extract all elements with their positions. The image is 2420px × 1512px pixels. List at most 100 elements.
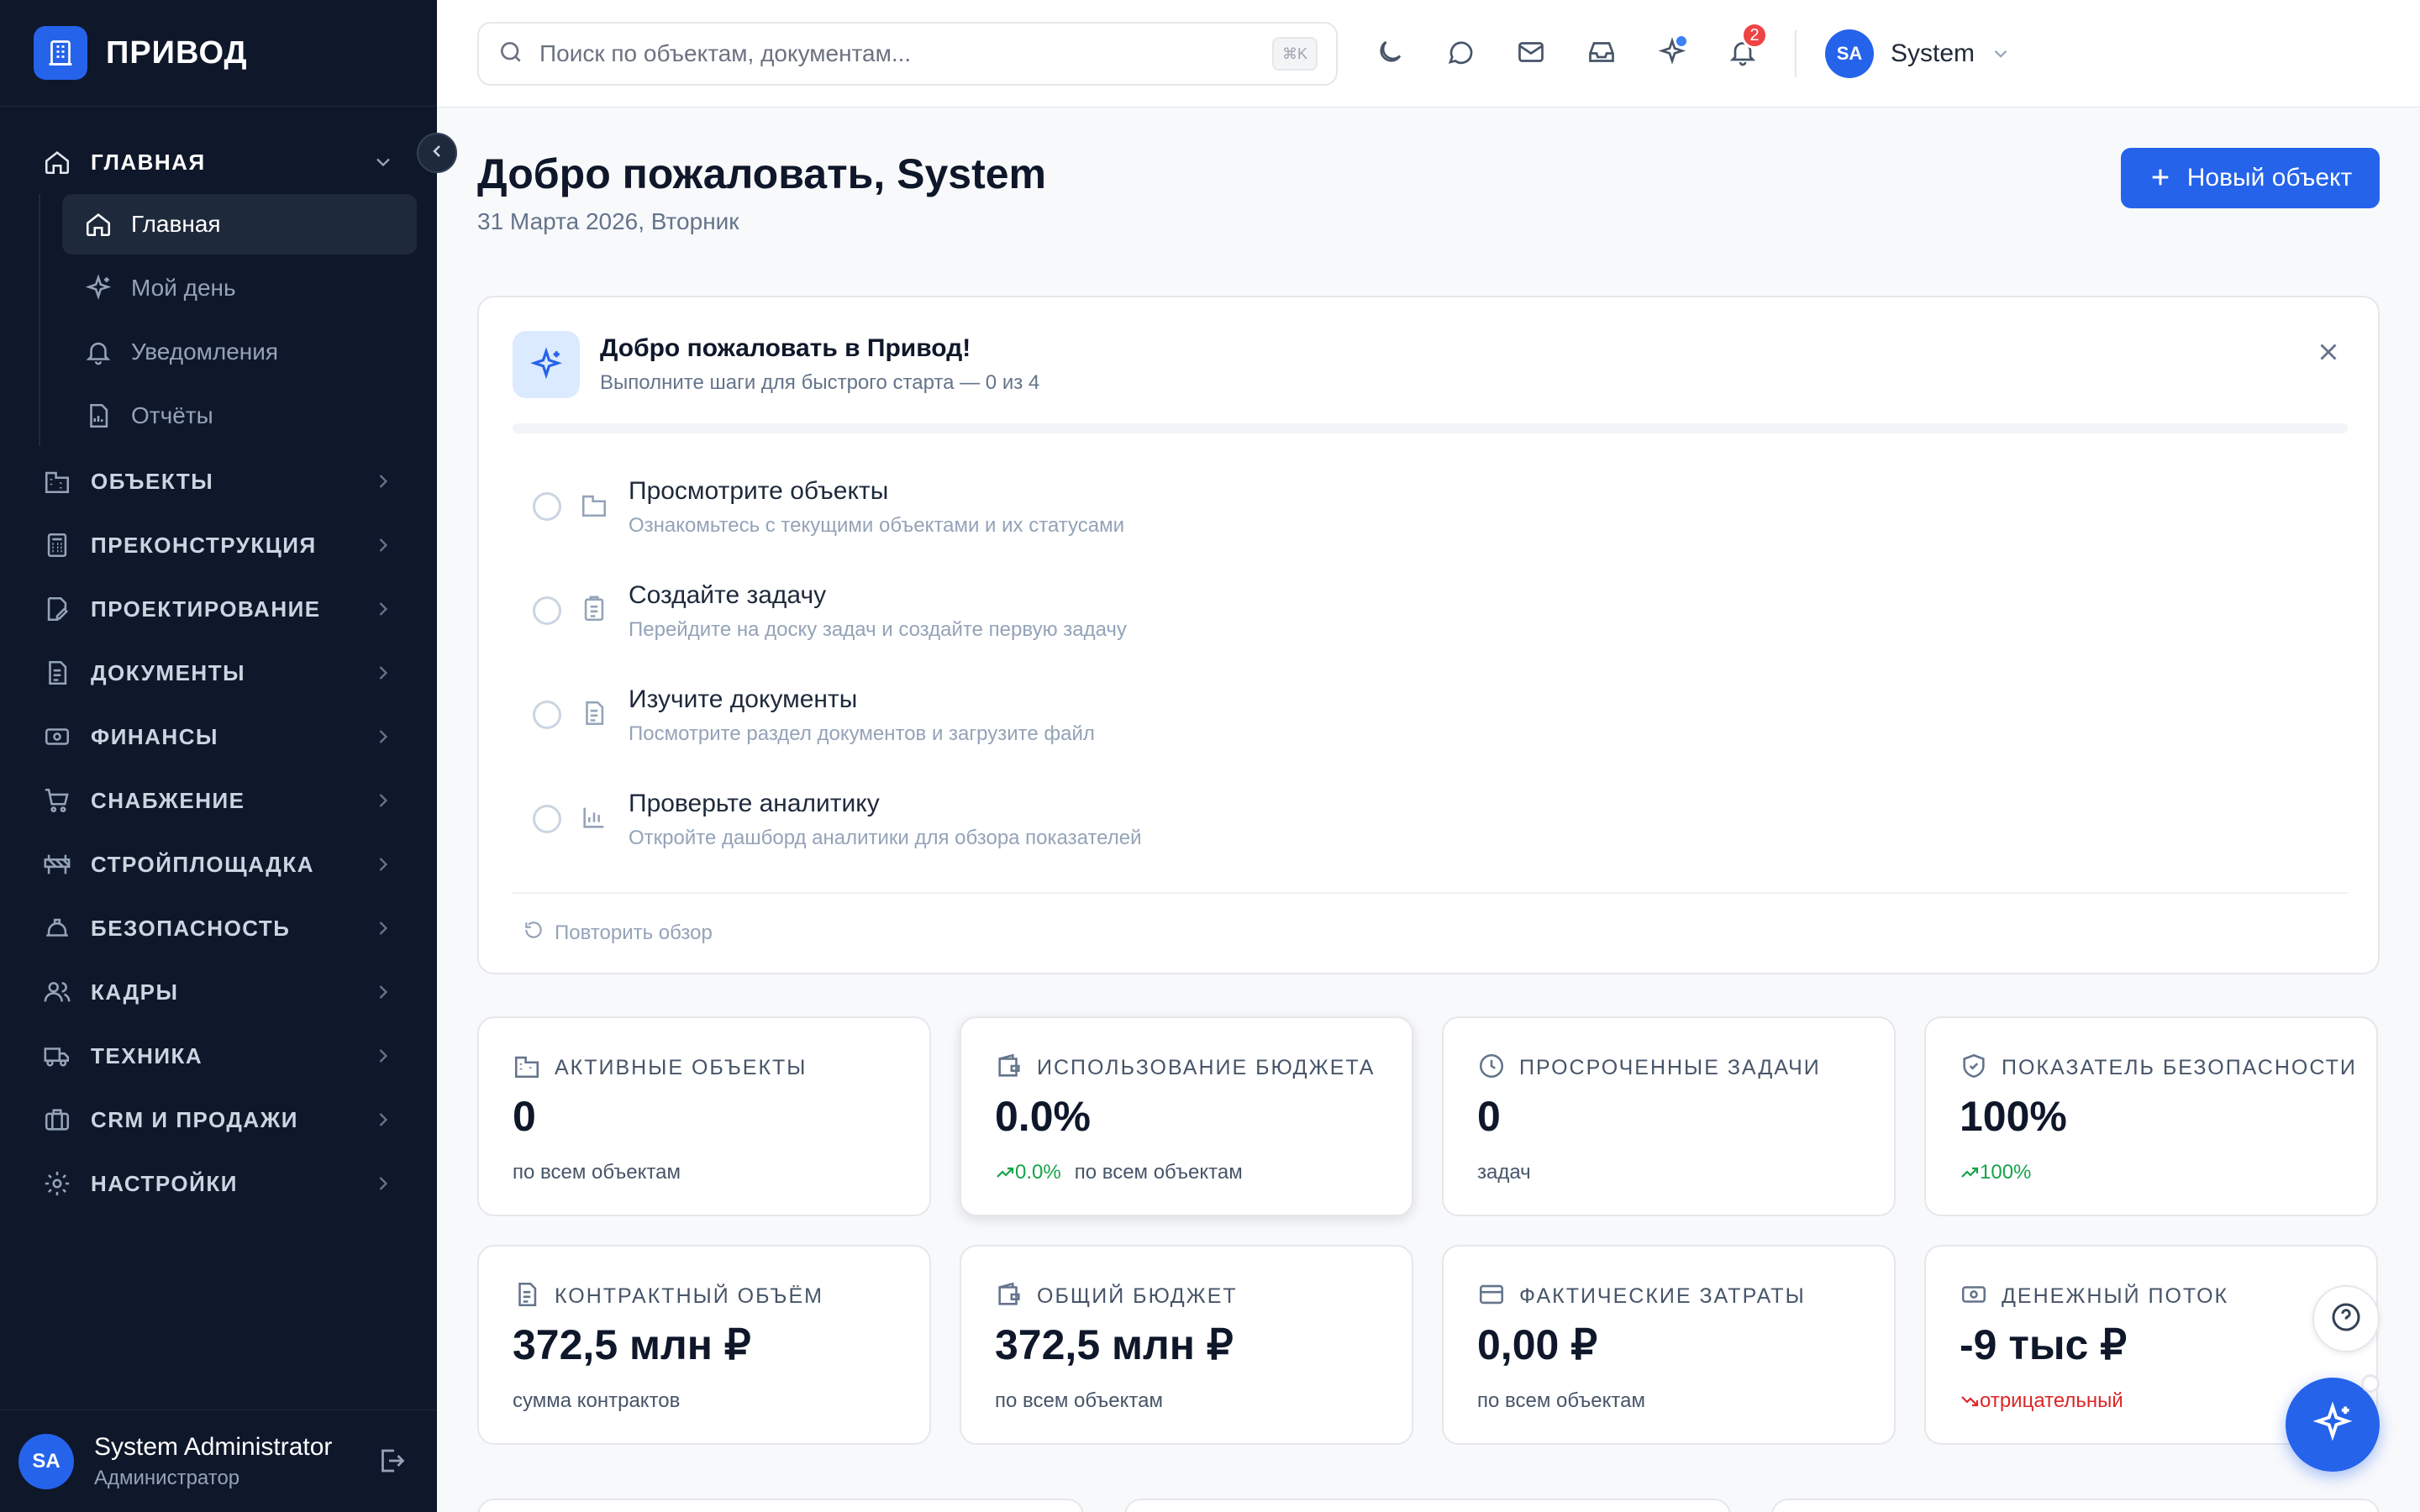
help-icon xyxy=(2329,1300,2363,1338)
step-checkbox[interactable] xyxy=(533,596,561,625)
new-object-button[interactable]: Новый объект xyxy=(2121,148,2380,208)
kpi-card[interactable]: ИСПОЛЬЗОВАНИЕ БЮДЖЕТА 0.0% 0.0% по всем о… xyxy=(960,1016,1413,1216)
onboarding-step[interactable]: Проверьте аналитику Откройте дашборд ана… xyxy=(513,780,2193,864)
avatar: SA xyxy=(18,1433,74,1489)
sidebar-section-label: ДОКУМЕНТЫ xyxy=(91,659,246,685)
sidebar-section-preconstruction[interactable]: ПРЕКОНСТРУКЦИЯ xyxy=(0,513,437,577)
replay-label: Повторить обзор xyxy=(555,921,713,944)
kpi-value: 0.0% xyxy=(995,1093,1091,1140)
chevron-right-icon xyxy=(371,1108,395,1131)
step-checkbox[interactable] xyxy=(533,492,561,521)
kpi-value: 100% xyxy=(1960,1093,2067,1140)
kpi-card[interactable]: КОНТРАКТНЫЙ ОБЪЁМ 372,5 млн ₽ сумма конт… xyxy=(477,1245,931,1445)
sidebar-section-settings[interactable]: НАСТРОЙКИ xyxy=(0,1152,437,1215)
step-checkbox[interactable] xyxy=(533,805,561,833)
step-checkbox[interactable] xyxy=(533,701,561,729)
sidebar-section-label: ПРЕКОНСТРУКЦИЯ xyxy=(91,532,317,558)
user-name: System Administrator xyxy=(94,1432,333,1461)
sidebar: ПРИВОД ГЛАВНАЯ Главная Мой день Уведомле… xyxy=(0,0,437,1512)
kpi-card[interactable]: ОБЩИЙ БЮДЖЕТ 372,5 млн ₽ по всем объекта… xyxy=(960,1245,1413,1445)
notifications-button[interactable]: 2 xyxy=(1723,22,1768,74)
onboarding-step[interactable]: Просмотрите объекты Ознакомьтесь с текущ… xyxy=(513,467,2193,551)
sidebar-section-crm[interactable]: CRM И ПРОДАЖИ xyxy=(0,1088,437,1152)
document-icon xyxy=(580,699,610,729)
kpi-card[interactable]: ПРОСРОЧЕННЫЕ ЗАДАЧИ 0 задач xyxy=(1442,1016,1896,1216)
app-name: ПРИВОД xyxy=(106,34,248,71)
sidebar-item-home[interactable]: Главная xyxy=(62,194,417,255)
kpi-trend: 0.0% xyxy=(995,1161,1061,1184)
chevron-right-icon xyxy=(371,470,395,493)
trend-down-icon xyxy=(1961,1396,1979,1407)
document-icon xyxy=(40,656,74,690)
sidebar-user[interactable]: SA System Administrator Администратор xyxy=(0,1410,437,1512)
logo[interactable]: ПРИВОД xyxy=(0,0,437,107)
step-title: Проверьте аналитику xyxy=(629,790,880,817)
chevron-right-icon xyxy=(371,1172,395,1195)
sidebar-item-notifications[interactable]: Уведомления xyxy=(62,322,417,382)
welcome-title: Добро пожаловать в Привод! xyxy=(600,334,971,362)
help-button[interactable] xyxy=(2312,1285,2380,1352)
search-placeholder: Поиск по объектам, документам... xyxy=(539,40,912,66)
user-info: System Administrator Администратор xyxy=(94,1433,332,1490)
sparkles-icon xyxy=(2311,1400,2354,1449)
close-icon[interactable] xyxy=(2314,338,2344,368)
sidebar-collapse-button[interactable] xyxy=(417,133,457,173)
onboarding-step[interactable]: Создайте задачу Перейдите на доску задач… xyxy=(513,571,2193,655)
step-description: Перейдите на доску задач и создайте перв… xyxy=(629,618,1127,641)
sidebar-section-hr[interactable]: КАДРЫ xyxy=(0,960,437,1024)
theme-toggle-button[interactable] xyxy=(1370,34,1410,74)
kpi-card[interactable]: АКТИВНЫЕ ОБЪЕКТЫ 0 по всем объектам xyxy=(477,1016,931,1216)
chart-icon xyxy=(580,803,610,833)
step-description: Откройте дашборд аналитики для обзора по… xyxy=(629,827,1142,849)
inbox-button[interactable] xyxy=(1581,34,1622,74)
kpi-label: ИСПОЛЬЗОВАНИЕ БЮДЖЕТА xyxy=(1037,1056,1376,1079)
clock-icon xyxy=(1477,1052,1506,1084)
kpi-card[interactable]: ПОКАЗАТЕЛЬ БЕЗОПАСНОСТИ 100% 100% xyxy=(1924,1016,2378,1216)
money-icon xyxy=(40,720,74,753)
search-input[interactable]: Поиск по объектам, документам... ⌘K xyxy=(477,22,1338,86)
kpi-footnote: по всем объектам xyxy=(1074,1161,1243,1184)
sidebar-section-safety[interactable]: БЕЗОПАСНОСТЬ xyxy=(0,896,437,960)
sidebar-section-main[interactable]: ГЛАВНАЯ xyxy=(0,130,437,194)
mail-button[interactable] xyxy=(1511,34,1551,74)
kpi-footnote: по всем объектам xyxy=(1477,1389,1645,1412)
kpi-value: 372,5 млн ₽ xyxy=(513,1321,751,1368)
kpi-label: ОБЩИЙ БЮДЖЕТ xyxy=(1037,1284,1238,1308)
sidebar-submenu: Главная Мой день Уведомления Отчёты xyxy=(39,194,437,446)
credit-card-icon xyxy=(1477,1280,1506,1313)
user-menu[interactable]: SA System xyxy=(1825,29,2012,79)
ai-assistant-button[interactable] xyxy=(1652,34,1692,74)
calculator-icon xyxy=(40,528,74,562)
sidebar-section-objects[interactable]: ОБЪЕКТЫ xyxy=(0,449,437,513)
logout-icon[interactable] xyxy=(376,1446,410,1479)
wallet-icon xyxy=(995,1280,1023,1313)
user-name: System xyxy=(1891,39,1975,67)
chat-button[interactable] xyxy=(1440,34,1481,74)
kpi-card[interactable]: ФАКТИЧЕСКИЕ ЗАТРАТЫ 0,00 ₽ по всем объек… xyxy=(1442,1245,1896,1445)
replay-tour-button[interactable]: Повторить обзор xyxy=(513,919,713,947)
logo-icon xyxy=(34,26,87,80)
sidebar-section-site[interactable]: СТРОЙПЛОЩАДКА xyxy=(0,832,437,896)
sidebar-item-reports[interactable]: Отчёты xyxy=(62,386,417,446)
page-title: Добро пожаловать, System xyxy=(477,150,1047,197)
inbox-icon xyxy=(1586,37,1617,71)
building-icon xyxy=(580,491,610,521)
cart-icon xyxy=(40,784,74,817)
sidebar-item-my-day[interactable]: Мой день xyxy=(62,258,417,318)
sidebar-section-label: ОБЪЕКТЫ xyxy=(91,468,214,494)
kpi-value: 0 xyxy=(1477,1093,1501,1140)
document-icon xyxy=(513,1280,541,1313)
card-peek xyxy=(477,1499,1084,1512)
onboarding-step[interactable]: Изучите документы Посмотрите раздел доку… xyxy=(513,675,2193,759)
sidebar-section-supply[interactable]: СНАБЖЕНИЕ xyxy=(0,769,437,832)
sidebar-section-documents[interactable]: ДОКУМЕНТЫ xyxy=(0,641,437,705)
building-icon xyxy=(513,1052,541,1084)
sidebar-section-design[interactable]: ПРОЕКТИРОВАНИЕ xyxy=(0,577,437,641)
chevron-right-icon xyxy=(371,661,395,685)
chevron-right-icon xyxy=(371,533,395,557)
sidebar-section-label: CRM И ПРОДАЖИ xyxy=(91,1106,298,1132)
notification-badge: 2 xyxy=(1741,22,1768,49)
sidebar-section-equipment[interactable]: ТЕХНИКА xyxy=(0,1024,437,1088)
chevron-right-icon xyxy=(371,980,395,1004)
sidebar-section-finance[interactable]: ФИНАНСЫ xyxy=(0,705,437,769)
